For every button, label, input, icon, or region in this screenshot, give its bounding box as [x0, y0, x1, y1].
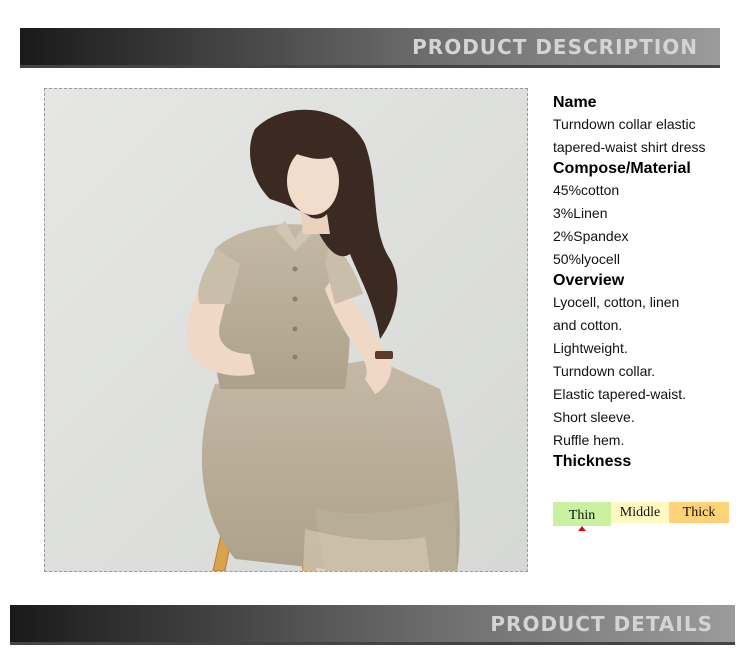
material-line: 3%Linen [553, 205, 608, 221]
overview-line: Short sleeve. [553, 409, 635, 425]
overview-line: and cotton. [553, 317, 623, 333]
name-line: Turndown collar elastic [553, 116, 696, 132]
material-line: 50%lyocell [553, 251, 620, 267]
section-banner-description: PRODUCT DESCRIPTION [20, 28, 720, 68]
model-photo-illustration [45, 89, 527, 571]
thickness-heading: Thickness [553, 453, 632, 470]
thickness-thick: Thick [669, 502, 729, 523]
section-title: PRODUCT DESCRIPTION [412, 35, 698, 59]
overview-heading: Overview [553, 272, 625, 289]
overview-line: Elastic tapered-waist. [553, 386, 687, 402]
material-heading: Compose/Material [553, 160, 691, 177]
thickness-indicator-arrow-icon [578, 526, 586, 531]
name-heading: Name [553, 94, 597, 111]
name-line: tapered-waist shirt dress [553, 139, 706, 155]
overview-line: Turndown collar. [553, 363, 656, 379]
section-title: PRODUCT DETAILS [490, 612, 713, 636]
thickness-scale: Thin Middle Thick [553, 502, 729, 526]
product-info: Name Turndown collar elastic tapered-wai… [553, 93, 743, 472]
product-photo [44, 88, 528, 572]
overview-line: Ruffle hem. [553, 432, 625, 448]
material-line: 45%cotton [553, 182, 620, 198]
material-line: 2%Spandex [553, 228, 629, 244]
section-banner-details: PRODUCT DETAILS [10, 605, 735, 645]
overview-line: Lyocell, cotton, linen [553, 294, 680, 310]
overview-line: Lightweight. [553, 340, 628, 356]
thickness-thin: Thin [553, 502, 611, 526]
thickness-middle: Middle [611, 502, 669, 523]
